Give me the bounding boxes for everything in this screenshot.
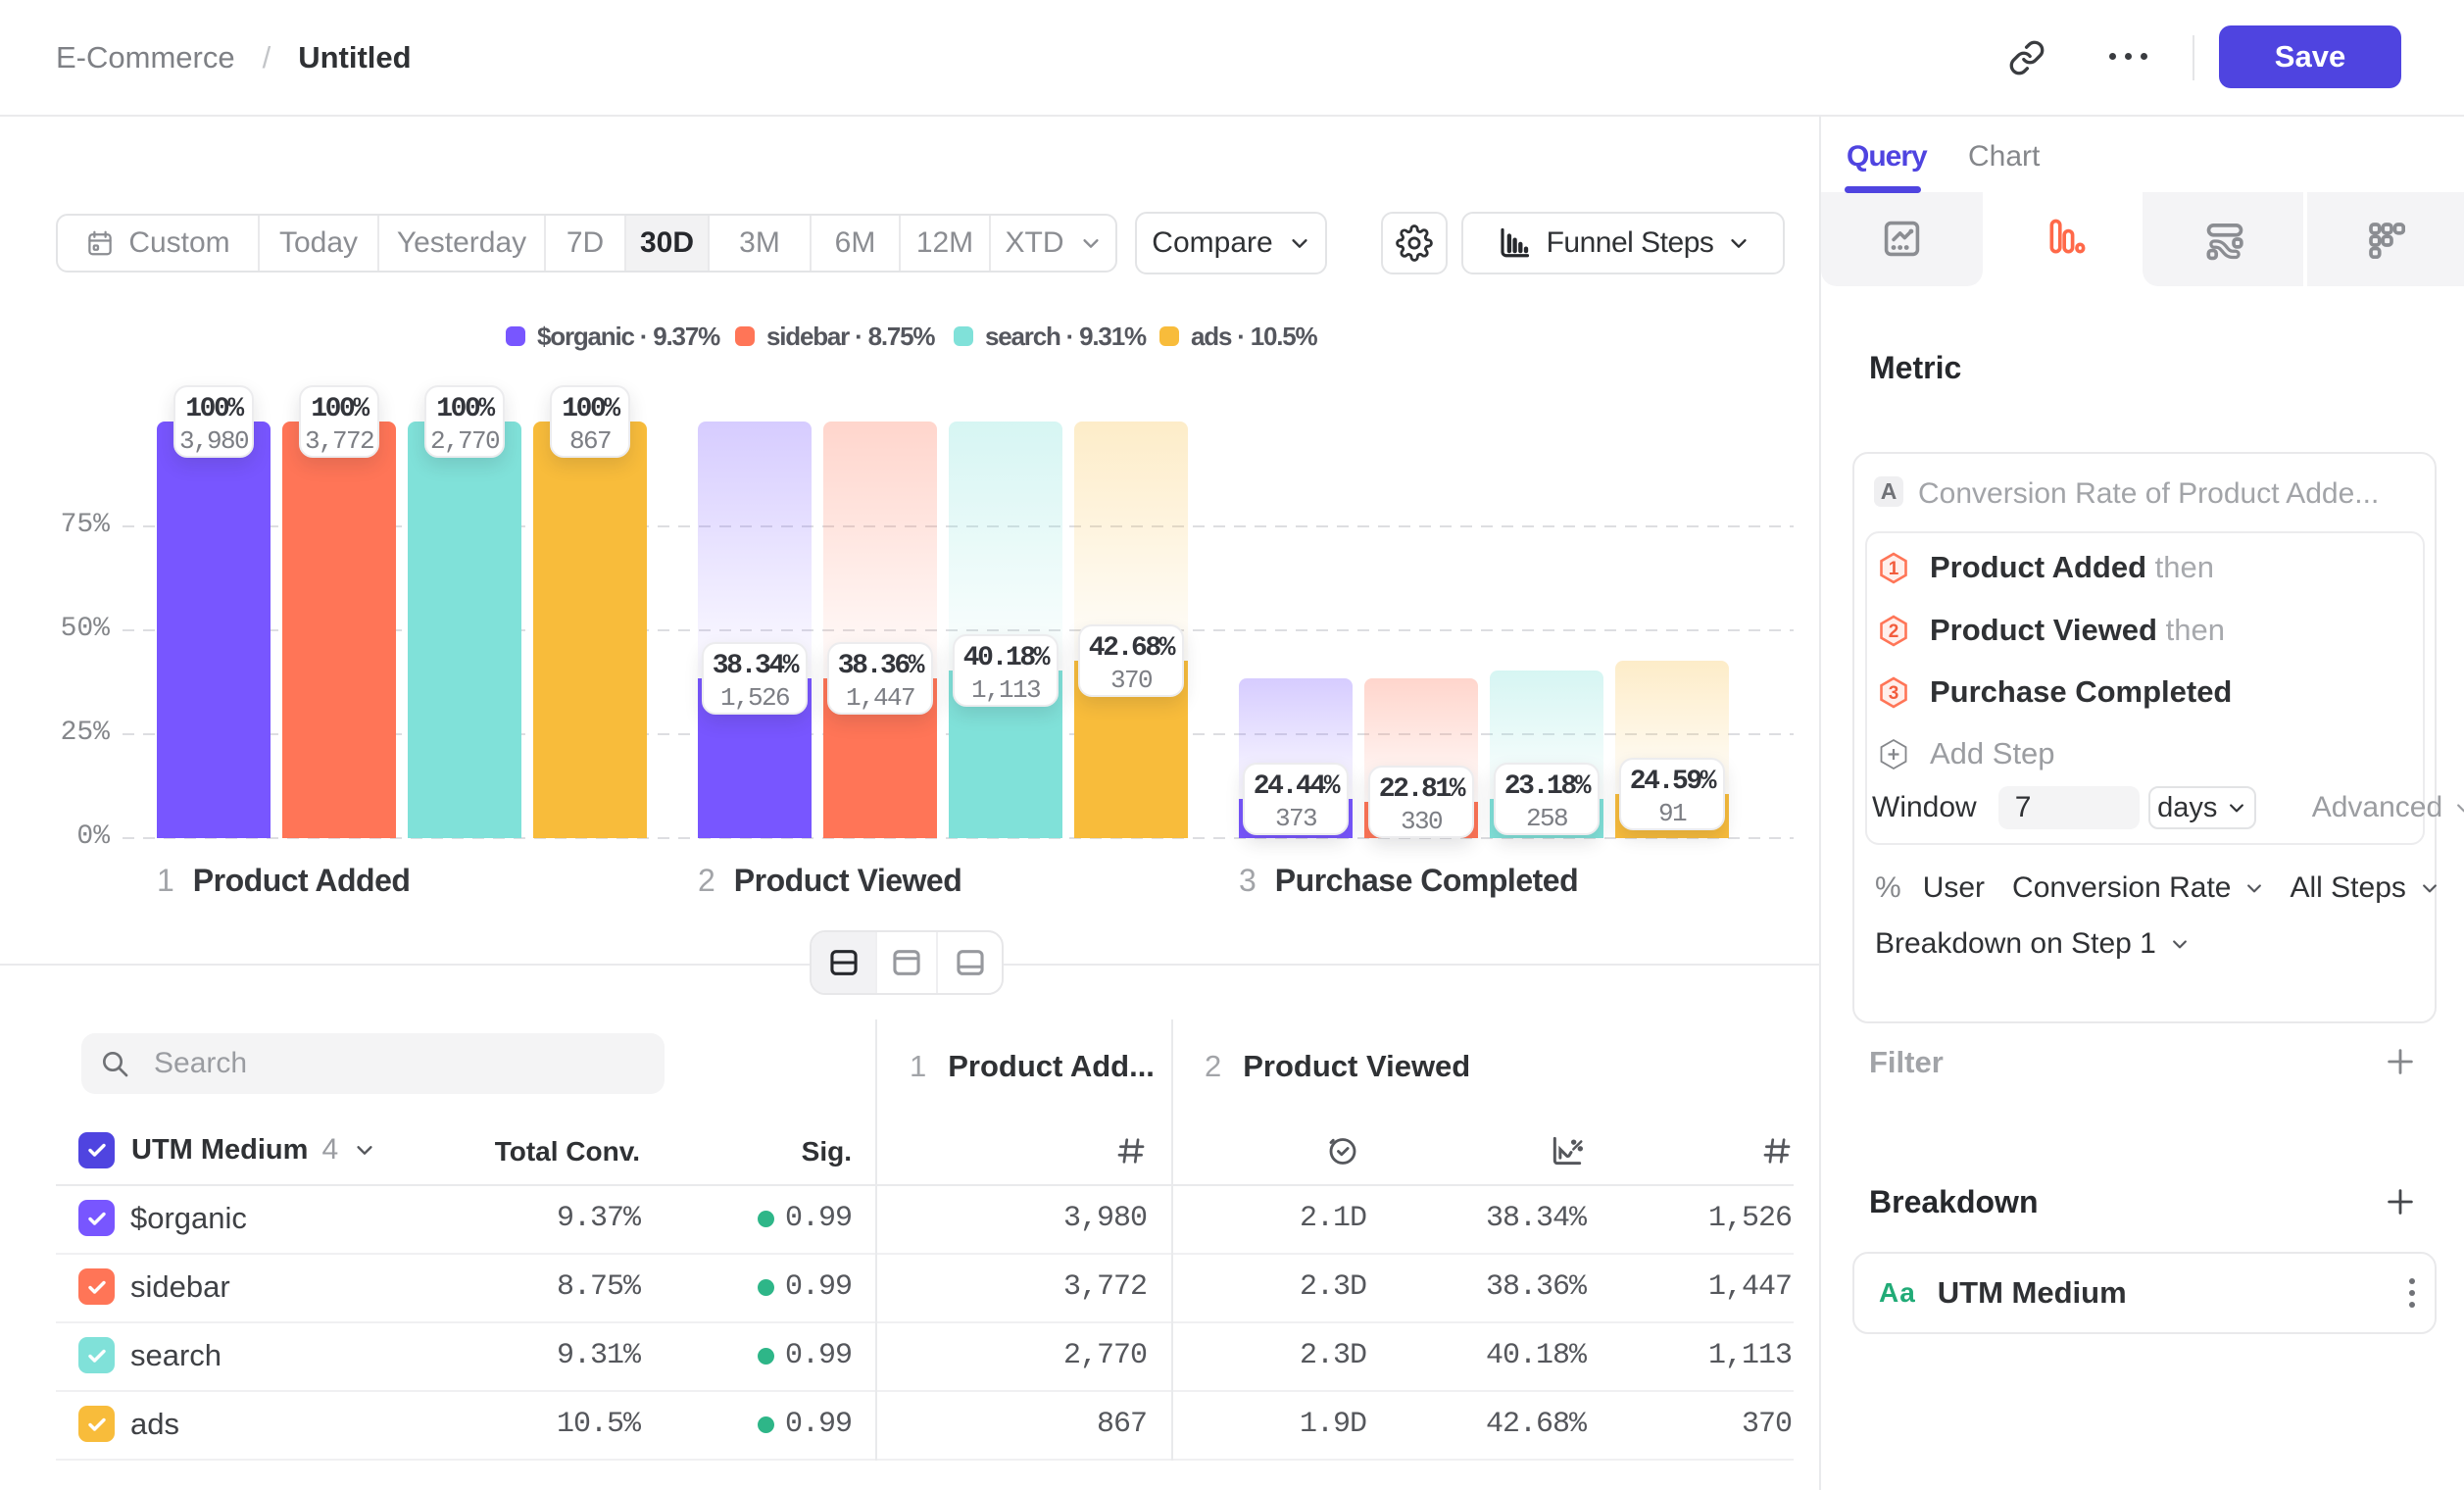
svg-text:2: 2 xyxy=(1889,621,1899,642)
svg-text:1: 1 xyxy=(1889,559,1899,579)
svg-text:3: 3 xyxy=(1889,683,1899,704)
